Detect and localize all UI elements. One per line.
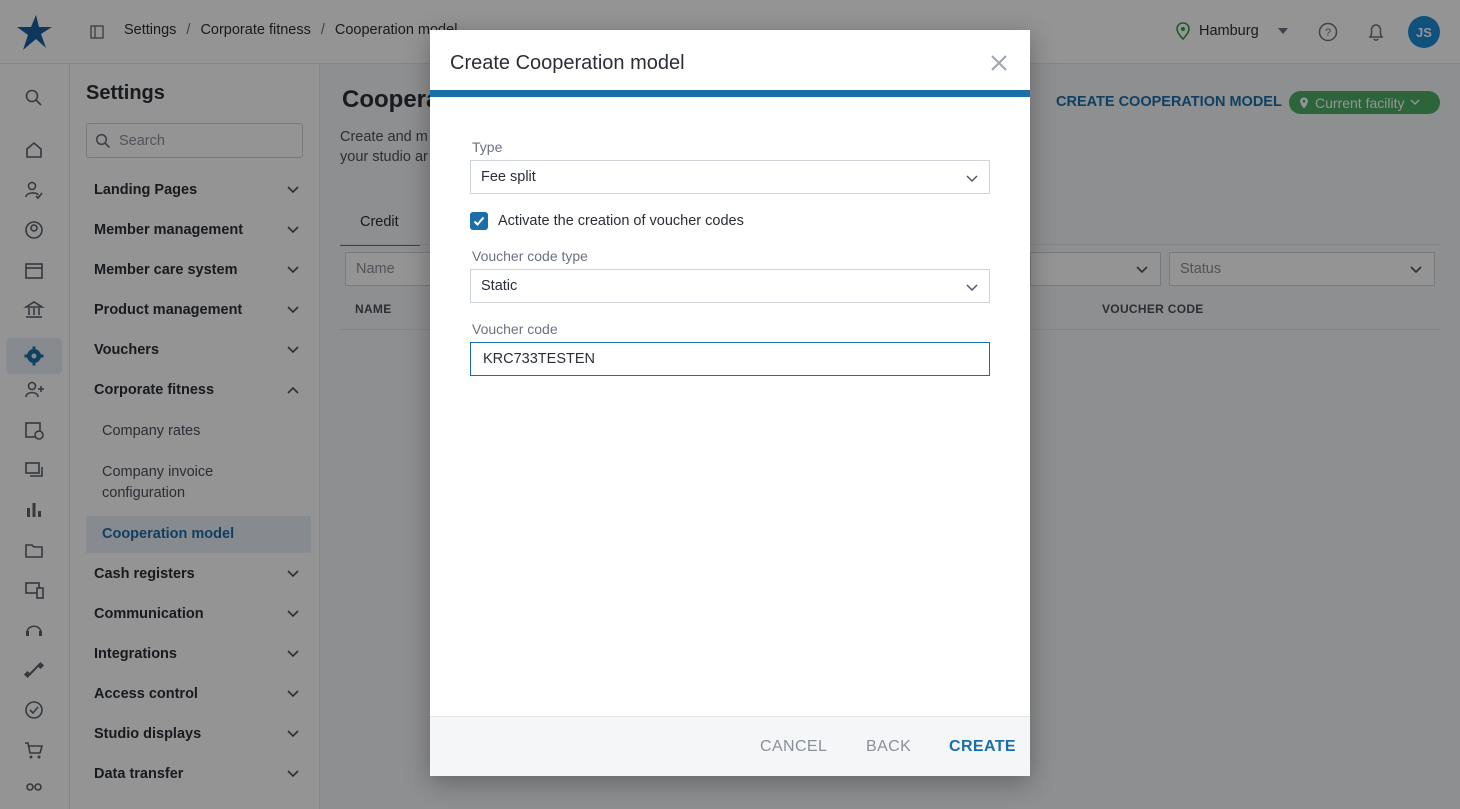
type-select-value: Fee split	[481, 169, 536, 185]
type-label: Type	[472, 139, 503, 155]
voucher-code-type-label: Voucher code type	[472, 248, 588, 264]
chevron-down-icon	[966, 284, 978, 291]
cancel-button[interactable]: CANCEL	[760, 738, 827, 756]
checkmark-icon	[473, 216, 485, 226]
dialog-accent-bar	[430, 90, 1030, 97]
voucher-creation-checkbox[interactable]	[470, 212, 488, 230]
chevron-down-icon	[966, 175, 978, 182]
voucher-code-type-select[interactable]: Static	[470, 269, 990, 303]
create-cooperation-model-dialog: Create Cooperation model Type Fee split …	[430, 30, 1030, 776]
voucher-code-label: Voucher code	[472, 321, 558, 337]
voucher-code-input[interactable]	[470, 342, 990, 376]
dialog-title: Create Cooperation model	[450, 52, 685, 74]
create-button[interactable]: CREATE	[949, 738, 1016, 756]
back-button[interactable]: BACK	[866, 738, 911, 756]
voucher-code-type-value: Static	[481, 278, 518, 294]
type-select[interactable]: Fee split	[470, 160, 990, 194]
dialog-footer: CANCEL BACK CREATE	[430, 716, 1030, 776]
voucher-creation-checkbox-row[interactable]: Activate the creation of voucher codes	[470, 212, 744, 230]
close-icon[interactable]	[988, 52, 1010, 74]
voucher-creation-label: Activate the creation of voucher codes	[498, 213, 744, 229]
